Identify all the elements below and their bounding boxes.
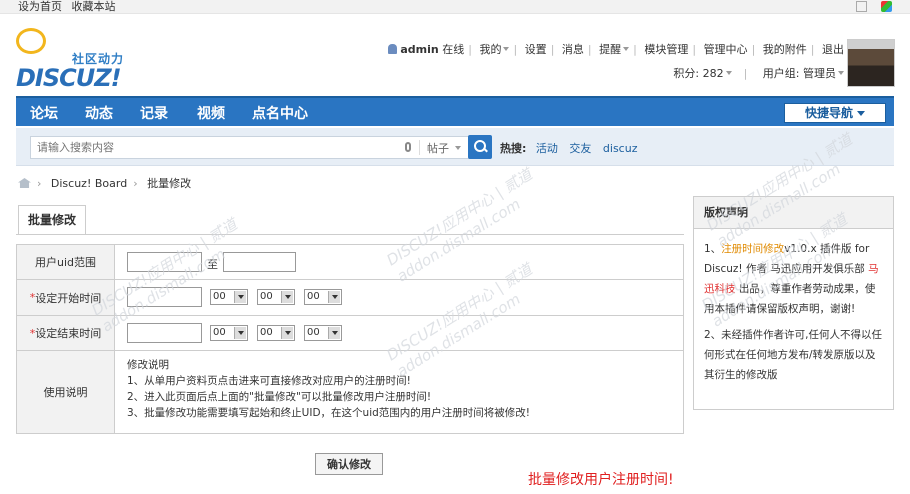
- uid-range-row: 用户uid范围 至: [17, 245, 683, 280]
- nav-item-forum[interactable]: 论坛: [30, 103, 58, 123]
- end-hour-select[interactable]: 00: [210, 325, 248, 341]
- start-time-label: 设定开始时间: [35, 291, 102, 305]
- user-icon: [388, 44, 398, 54]
- end-second-select[interactable]: 00: [304, 325, 342, 341]
- breadcrumb: › Discuz! Board › 批量修改: [18, 175, 191, 191]
- avatar[interactable]: [847, 39, 895, 87]
- mine-menu[interactable]: 我的: [479, 43, 501, 56]
- end-time-row: * 设定结束时间 00 00 00: [17, 316, 683, 351]
- main-nav: 论坛 动态 记录 视频 点名中心 快捷导航: [16, 96, 894, 126]
- user-group-menu[interactable]: 用户组: 管理员: [763, 67, 836, 80]
- chevron-down-icon: [857, 111, 865, 116]
- hot-search-label: 热搜:: [500, 142, 527, 155]
- start-second-select[interactable]: 00: [304, 289, 342, 305]
- copyright-title: 版权声明: [694, 197, 893, 229]
- uid-end-input[interactable]: [223, 252, 296, 272]
- start-time-row: * 设定开始时间 00 00 00: [17, 280, 683, 316]
- annotation-text: 批量修改用户注册时间!: [528, 472, 674, 488]
- top-bar: 设为首页 收藏本站: [0, 0, 910, 14]
- chevron-down-icon: [503, 47, 510, 51]
- home-icon[interactable]: [18, 178, 31, 188]
- search-bar: 帖子 热搜: 活动 交友 discuz: [16, 128, 894, 166]
- breadcrumb-current: 批量修改: [147, 177, 192, 190]
- microphone-icon[interactable]: [405, 142, 411, 152]
- copyright-panel: 版权声明 1、注册时间修改v1.0.x 插件版 for Discuz! 作者 马…: [693, 196, 894, 410]
- points-menu[interactable]: 积分: 282: [673, 67, 723, 80]
- plugin-link[interactable]: 注册时间修改: [721, 243, 784, 255]
- user-bar: admin 在线 | 我的 | 设置 | 消息 | 提醒 | 模块管理 | 管理中心 | 我的…: [388, 42, 844, 82]
- attachments-link[interactable]: 我的附件: [763, 43, 807, 56]
- tab-batch-edit[interactable]: 批量修改: [18, 205, 86, 234]
- logo-brand: DISCUZ!: [16, 64, 122, 92]
- settings-link[interactable]: 设置: [525, 43, 547, 56]
- bookmark-link[interactable]: 收藏本站: [72, 0, 116, 13]
- admin-center-link[interactable]: 管理中心: [704, 43, 748, 56]
- start-minute-select[interactable]: 00: [257, 289, 295, 305]
- online-status: 在线: [442, 43, 465, 56]
- to-label: 至: [207, 258, 218, 271]
- search-input[interactable]: [31, 137, 391, 158]
- chevron-down-icon: [838, 71, 844, 75]
- expand-icon[interactable]: [856, 1, 868, 12]
- module-admin-link[interactable]: 模块管理: [644, 43, 688, 56]
- quick-nav-button[interactable]: 快捷导航: [784, 103, 886, 123]
- batch-edit-form: 用户uid范围 至 * 设定开始时间 00 00 00 * 设定结束时间 00 00…: [16, 244, 684, 434]
- nav-item-checkin[interactable]: 点名中心: [252, 103, 308, 123]
- username-link[interactable]: admin: [400, 43, 438, 56]
- search-box: 帖子: [30, 136, 478, 159]
- set-home-link[interactable]: 设为首页: [18, 0, 62, 13]
- confirm-button[interactable]: 确认修改: [315, 453, 383, 475]
- end-time-label: 设定结束时间: [35, 327, 102, 340]
- reminders-menu[interactable]: 提醒: [599, 43, 621, 56]
- nav-item-records[interactable]: 记录: [140, 103, 168, 123]
- uid-range-label: 用户uid范围: [17, 245, 115, 279]
- chevron-down-icon: [454, 146, 461, 150]
- start-hour-select[interactable]: 00: [210, 289, 248, 305]
- copyright-p2: 2、未经插件作者许可,任何人不得以任何形式在任何地方发布/转发原版以及其衍生的修…: [704, 329, 883, 381]
- breadcrumb-site[interactable]: Discuz! Board: [51, 177, 127, 190]
- nav-item-video[interactable]: 视频: [197, 103, 225, 123]
- usage-label: 使用说明: [17, 351, 115, 433]
- hot-search: 热搜: 活动 交友 discuz: [500, 140, 645, 156]
- search-type-select[interactable]: 帖子: [427, 140, 461, 156]
- copyright-p1: 1、注册时间修改v1.0.x 插件版 for Discuz! 作者 马迅应用开发…: [704, 243, 879, 315]
- end-minute-select[interactable]: 00: [257, 325, 295, 341]
- hot-search-item[interactable]: discuz: [603, 142, 638, 155]
- end-date-input[interactable]: [127, 323, 202, 343]
- chevron-down-icon: [725, 71, 732, 75]
- discuz-logo[interactable]: 社区动力 DISCUZ!: [16, 28, 141, 92]
- usage-row: 使用说明 修改说明 1、从单用户资料页点击进来可直接修改对应用户的注册时间! 2…: [17, 351, 683, 433]
- palette-icon[interactable]: [881, 1, 892, 12]
- search-button[interactable]: [468, 135, 492, 159]
- logout-link[interactable]: 退出: [822, 43, 844, 56]
- nav-item-feed[interactable]: 动态: [85, 103, 113, 123]
- usage-notes: 修改说明 1、从单用户资料页点击进来可直接修改对应用户的注册时间! 2、进入此页…: [127, 359, 530, 419]
- hot-search-item[interactable]: 活动: [536, 142, 558, 155]
- hot-search-item[interactable]: 交友: [569, 142, 591, 155]
- logo-bubble-icon: [16, 28, 46, 54]
- messages-link[interactable]: 消息: [562, 43, 584, 56]
- uid-start-input[interactable]: [127, 252, 202, 272]
- chevron-down-icon: [623, 47, 630, 51]
- quick-nav-label: 快捷导航: [804, 106, 853, 120]
- start-date-input[interactable]: [127, 287, 202, 307]
